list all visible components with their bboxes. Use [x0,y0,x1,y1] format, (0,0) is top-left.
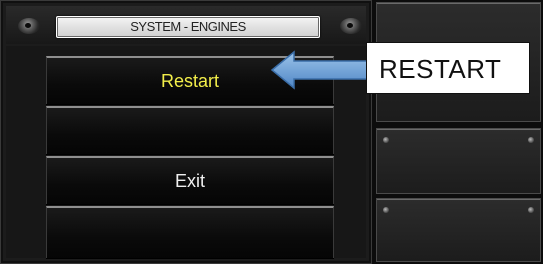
screw-icon [528,137,534,143]
title-bar: SYSTEM - ENGINES [6,6,366,44]
left-bolt-icon [18,18,40,34]
side-panel-2 [376,128,541,194]
callout-arrow-icon [270,50,369,90]
blank-button-2[interactable] [46,206,334,258]
engines-menu-panel: SYSTEM - ENGINES Restart Exit [0,0,372,264]
screw-icon [528,207,534,213]
restart-callout: RESTART [366,42,530,94]
screw-icon [383,207,389,213]
screw-icon [383,137,389,143]
side-panel-3 [376,198,541,262]
exit-button[interactable]: Exit [46,156,334,204]
right-bolt-icon [340,18,362,34]
blank-button-1[interactable] [46,106,334,154]
page-title: SYSTEM - ENGINES [56,16,320,38]
side-panels [372,0,543,264]
